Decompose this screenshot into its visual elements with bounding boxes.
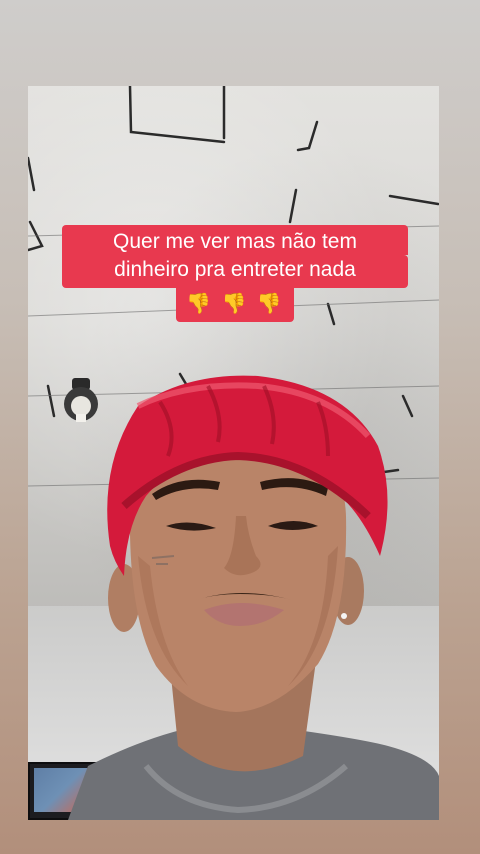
thumbs-down-icon: 👎: [221, 291, 249, 315]
caption-line-2: dinheiro pra entreter nada: [62, 255, 408, 288]
story-screen: { "story": { "caption_line_1": "Quer me …: [0, 0, 480, 854]
thumbs-down-icon: 👎: [256, 291, 284, 315]
story-caption: Quer me ver mas não tem dinheiro pra ent…: [62, 225, 408, 322]
thumbs-down-icon: 👎: [186, 291, 214, 315]
caption-emoji-row: 👎 👎 👎: [176, 288, 294, 322]
story-video-frame[interactable]: [28, 86, 439, 820]
person-selfie: [68, 375, 439, 820]
caption-line-1: Quer me ver mas não tem: [62, 225, 408, 255]
earring: [341, 613, 347, 619]
